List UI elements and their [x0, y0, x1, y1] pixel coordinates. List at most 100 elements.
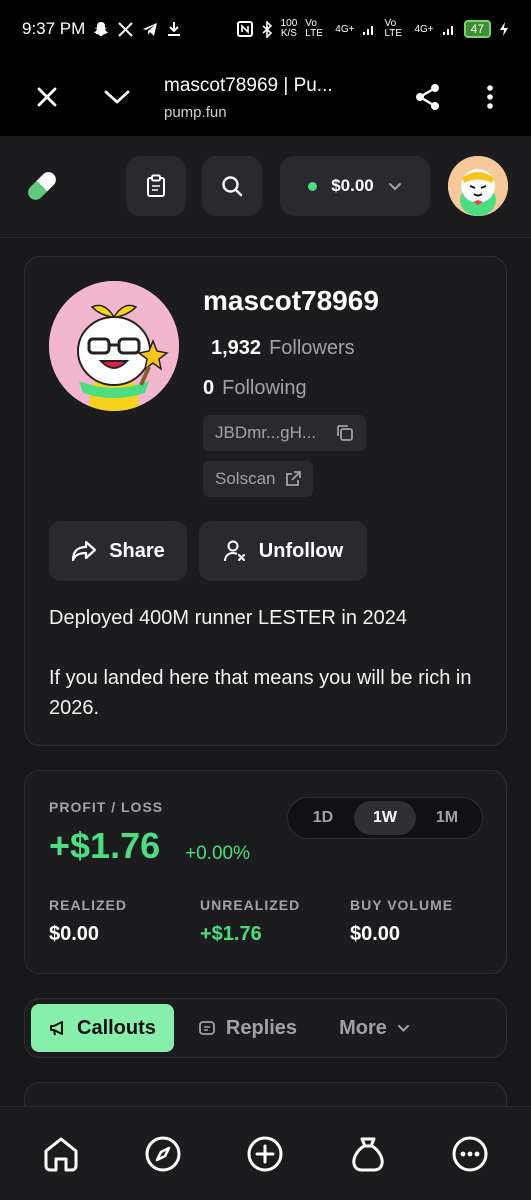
sim2-gen: 4G+: [414, 23, 434, 35]
signal-icon: [442, 26, 453, 35]
range-1w[interactable]: 1W: [354, 801, 416, 835]
user-avatar-button[interactable]: [448, 156, 508, 216]
browser-toolbar: mascot78969 | Pu... pump.fun: [0, 58, 531, 136]
pnl-label: PROFIT / LOSS: [49, 799, 164, 815]
nfc-icon: [236, 21, 253, 37]
followers-link[interactable]: 1,932 Followers: [211, 337, 355, 360]
mascot-avatar-image: [49, 281, 179, 411]
nav-explore[interactable]: [133, 1124, 193, 1184]
minimize-button[interactable]: [94, 74, 140, 120]
clipboard-icon: [147, 174, 165, 197]
chevron-down-icon: [397, 1024, 409, 1032]
share-arrow-icon: [72, 540, 97, 562]
page-url: pump.fun: [164, 103, 227, 121]
snapchat-icon: [94, 22, 109, 36]
realized-value: $0.00: [49, 923, 100, 945]
tab-replies[interactable]: Replies: [180, 1004, 315, 1052]
tab-more[interactable]: More: [321, 1004, 428, 1052]
chevron-down-icon: [388, 182, 401, 190]
more-vertical-icon: [487, 85, 493, 109]
avatar: [448, 156, 508, 216]
copy-icon: [337, 425, 353, 441]
megaphone-icon: [50, 1021, 63, 1036]
solscan-label: Solscan: [215, 469, 276, 488]
profile-avatar: [49, 281, 179, 411]
content-tabs: Callouts Replies More: [24, 998, 507, 1058]
compass-icon: [145, 1136, 181, 1171]
tab-more-label: More: [339, 1016, 387, 1039]
bluetooth-icon: [262, 20, 272, 38]
wallet-balance: $0.00: [331, 176, 374, 195]
share-icon: [416, 84, 439, 110]
unrealized-label: UNREALIZED: [200, 897, 301, 913]
profile-username: mascot78969: [203, 285, 379, 316]
share-label: Share: [109, 539, 165, 562]
plus-circle-icon: [247, 1136, 283, 1171]
nav-wallet[interactable]: [338, 1124, 398, 1184]
user-remove-icon: [223, 540, 245, 562]
status-dot-icon: [308, 181, 318, 191]
following-label: Following: [222, 377, 307, 399]
external-link-icon: [286, 471, 302, 486]
pnl-percent: +0.00%: [185, 843, 250, 864]
tab-callouts-label: Callouts: [77, 1016, 156, 1039]
sim1-gen: 4G+: [335, 23, 355, 35]
notification-icons: [93, 21, 181, 37]
following-link[interactable]: 0 Following: [203, 377, 307, 400]
followers-count: 1,932: [211, 337, 262, 359]
bio-line: If you landed here that means you will b…: [49, 667, 472, 719]
search-icon: [222, 176, 243, 197]
range-1m[interactable]: 1M: [416, 801, 478, 835]
buy-volume-label: BUY VOLUME: [350, 897, 454, 913]
profile-bio: Deployed 400M runner LESTER in 2024 If y…: [49, 603, 489, 723]
telegram-icon: [143, 22, 158, 36]
bottom-navigation: [0, 1106, 531, 1200]
page-title: mascot78969 | Pu...: [164, 74, 333, 96]
close-tab-button[interactable]: [24, 74, 70, 120]
nav-more[interactable]: [440, 1124, 500, 1184]
signal-icon: [363, 26, 374, 35]
range-1d[interactable]: 1D: [292, 801, 354, 835]
status-bar: 9:37 PM 100 K/S Vo LTE 4G+ Vo LTE 4G+ 47: [0, 0, 531, 58]
share-profile-button[interactable]: Share: [49, 521, 187, 581]
app-header: $0.00: [0, 136, 531, 238]
battery-indicator: 47: [463, 20, 491, 38]
bio-line: Deployed 400M runner LESTER in 2024: [49, 607, 407, 629]
logo[interactable]: [22, 166, 62, 211]
pnl-card: PROFIT / LOSS +$1.76 +0.00% 1D 1W 1M REA…: [24, 770, 507, 974]
sim1-label: Vo LTE: [305, 18, 323, 39]
net-speed-unit: K/S: [280, 28, 297, 39]
followers-label: Followers: [269, 337, 355, 359]
profile-card: mascot78969 1,932 Followers 0 Following JB…: [24, 256, 507, 746]
wallet-balance-button[interactable]: $0.00: [280, 156, 430, 216]
x-icon: [118, 21, 134, 37]
status-time: 9:37 PM: [22, 19, 86, 38]
download-icon: [168, 22, 181, 36]
more-circle-icon: [452, 1136, 488, 1171]
comment-icon: [199, 1021, 215, 1035]
nav-home[interactable]: [31, 1124, 91, 1184]
chevron-down-icon: [104, 90, 130, 104]
unrealized-value: +$1.76: [200, 923, 262, 945]
time-range-selector: 1D 1W 1M: [287, 797, 483, 839]
clipboard-button[interactable]: [126, 156, 186, 216]
realized-metric: REALIZED $0.00: [49, 897, 127, 946]
charging-icon: [500, 22, 508, 36]
share-page-button[interactable]: [405, 74, 451, 120]
tab-replies-label: Replies: [225, 1016, 298, 1039]
nav-create[interactable]: [235, 1124, 295, 1184]
browser-menu-button[interactable]: [467, 74, 513, 120]
solscan-link[interactable]: Solscan: [203, 461, 314, 497]
tab-callouts[interactable]: Callouts: [31, 1004, 174, 1052]
unfollow-button[interactable]: Unfollow: [199, 521, 367, 581]
page-info[interactable]: mascot78969 | Pu... pump.fun: [164, 74, 333, 121]
buy-volume-metric: BUY VOLUME $0.00: [350, 897, 453, 946]
pnl-value: +$1.76: [49, 825, 161, 866]
close-icon: [37, 87, 57, 107]
copy-address-button[interactable]: JBDmr...gH...: [203, 415, 367, 451]
sim2-label: Vo LTE: [384, 18, 403, 39]
money-bag-icon: [351, 1137, 384, 1171]
home-icon: [44, 1137, 78, 1171]
search-button[interactable]: [202, 156, 262, 216]
pill-logo-icon: [27, 171, 57, 201]
